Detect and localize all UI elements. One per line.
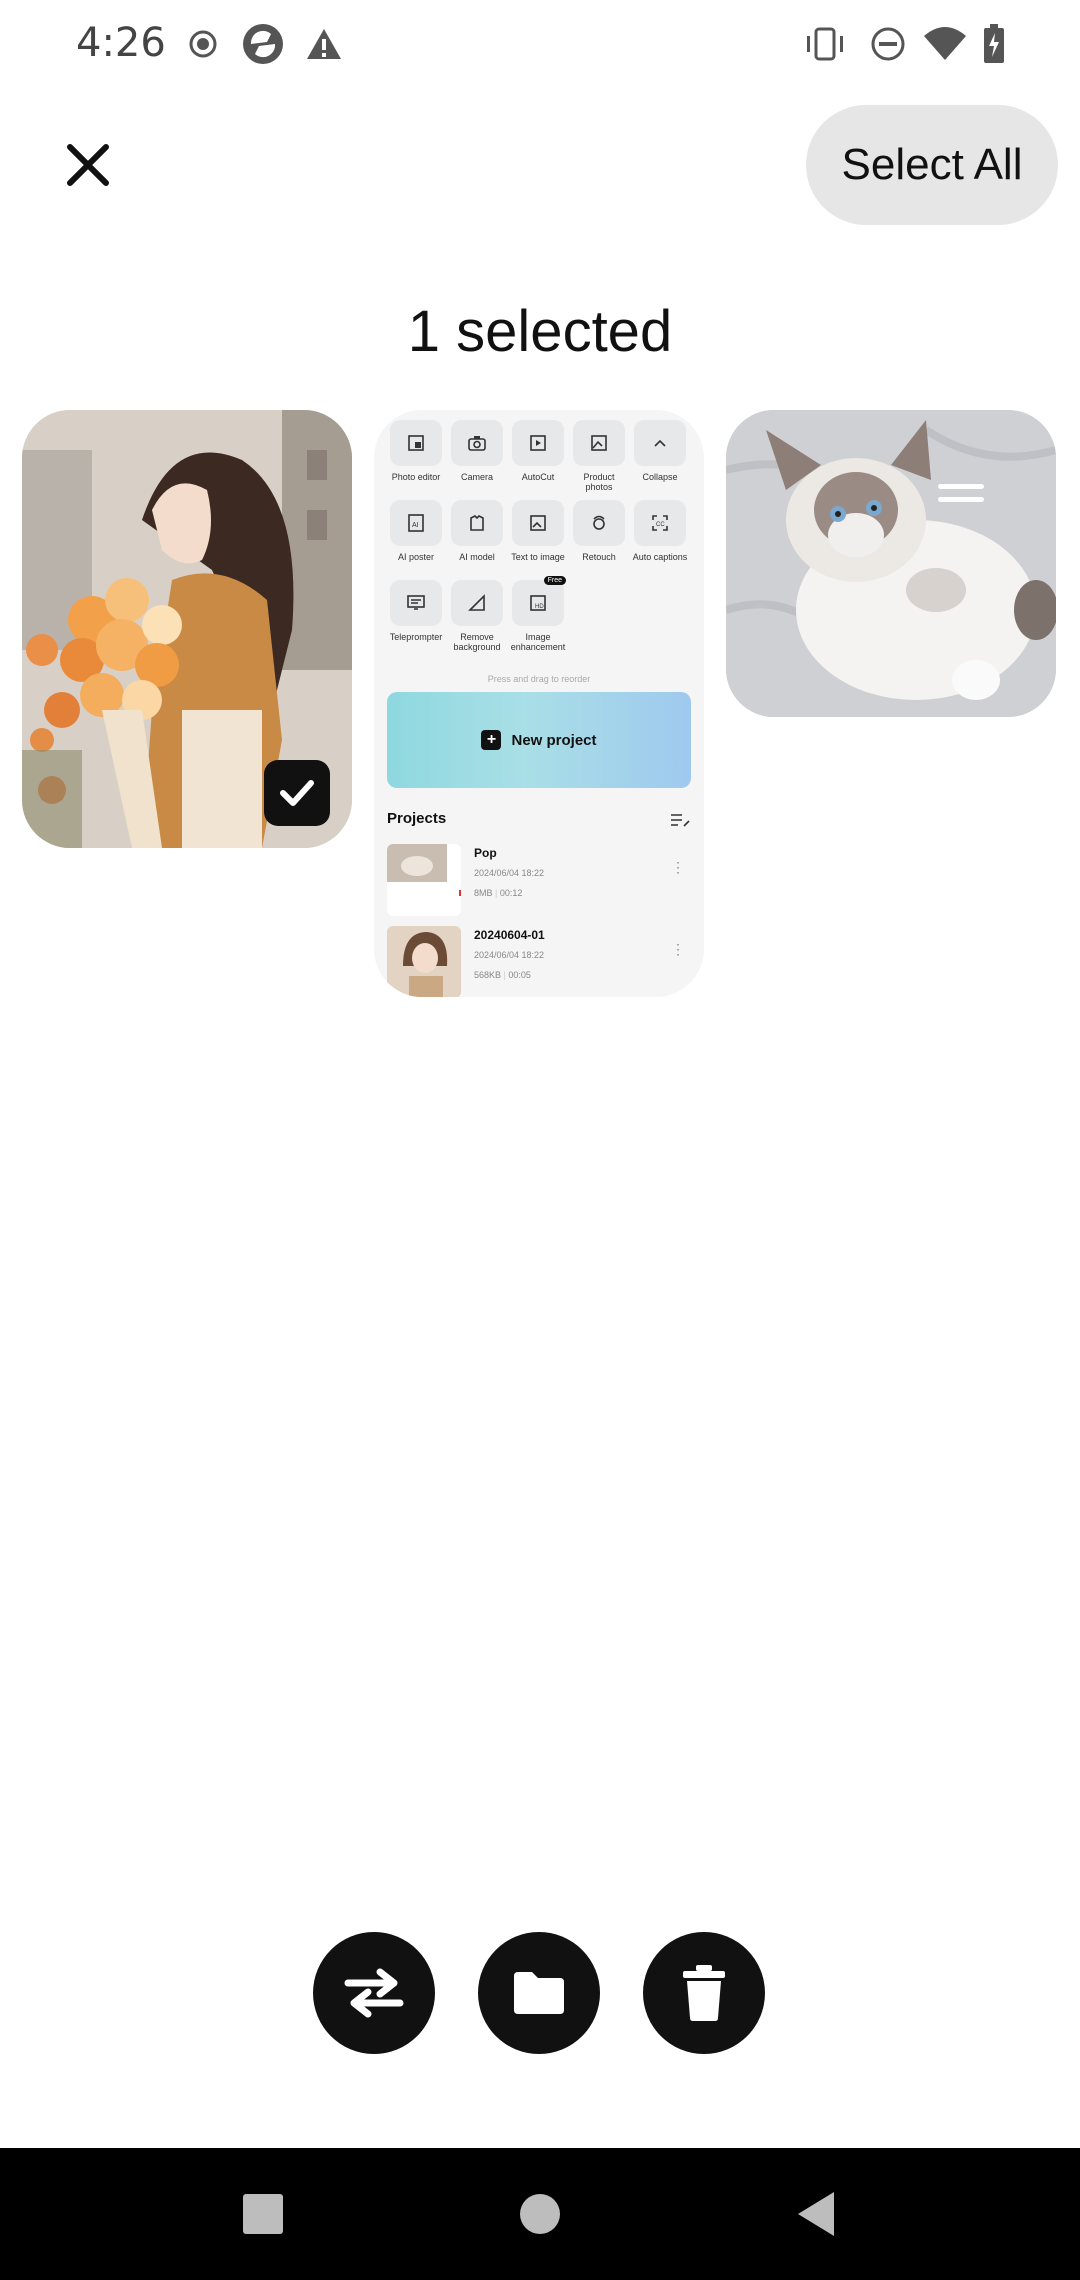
checkmark-icon bbox=[280, 780, 314, 806]
alert-icon bbox=[304, 22, 344, 66]
select-all-button[interactable]: Select All bbox=[806, 105, 1058, 225]
battery-charging-icon bbox=[980, 22, 1008, 66]
image-enhancement-icon: HD bbox=[530, 595, 546, 611]
ragdoll-cat-image bbox=[726, 410, 1056, 717]
recents-button[interactable] bbox=[233, 2184, 293, 2244]
status-bar: 4:26 bbox=[0, 0, 1080, 88]
home-circle-icon bbox=[520, 2194, 560, 2234]
card-app-screenshot[interactable]: Photo editor Camera AutoCut Product phot… bbox=[374, 410, 704, 997]
autocut-icon bbox=[530, 435, 546, 451]
delete-button[interactable] bbox=[643, 1932, 765, 2054]
swap-icon bbox=[344, 1968, 404, 2018]
tool-ai-poster: AI AI poster bbox=[388, 500, 444, 562]
sync-app-icon bbox=[240, 22, 286, 66]
tool-teleprompter: Teleprompter bbox=[388, 580, 444, 642]
ai-poster-icon: AI bbox=[408, 514, 424, 532]
tool-text-to-image: Text to image bbox=[510, 500, 566, 562]
tool-ai-model: AI model bbox=[449, 500, 505, 562]
project-item: Pop 2024/06/04 18:22 8MB | 00:12 ⋮ bbox=[387, 844, 691, 916]
svg-text:CC: CC bbox=[656, 522, 665, 528]
home-button[interactable] bbox=[510, 2184, 570, 2244]
reorder-hint: Press and drag to reorder bbox=[487, 674, 591, 684]
sort-list-icon bbox=[671, 814, 690, 827]
close-button[interactable] bbox=[58, 135, 118, 195]
free-badge: Free bbox=[543, 576, 566, 585]
drag-handle-icon[interactable] bbox=[938, 482, 984, 506]
swap-button[interactable] bbox=[313, 1932, 435, 2054]
card-anime-girl[interactable] bbox=[22, 410, 352, 848]
selection-count-title: 1 selected bbox=[407, 299, 673, 364]
project-thumbnail bbox=[387, 844, 461, 916]
move-to-folder-button[interactable] bbox=[478, 1932, 600, 2054]
tool-retouch: Retouch bbox=[571, 500, 627, 562]
tool-camera: Camera bbox=[449, 420, 505, 482]
project-thumbnail bbox=[387, 926, 461, 997]
tool-photo-editor: Photo editor bbox=[388, 420, 444, 482]
recents-square-icon bbox=[243, 2194, 283, 2234]
trash-icon bbox=[683, 1965, 725, 2021]
tool-auto-captions: CC Auto captions bbox=[632, 500, 688, 562]
back-triangle-icon bbox=[798, 2192, 834, 2236]
new-project-label: New project bbox=[511, 731, 597, 749]
ai-model-icon bbox=[470, 515, 484, 531]
tool-image-enhancement: Free HD Image enhancement bbox=[510, 576, 566, 652]
do-not-disturb-icon bbox=[868, 22, 908, 66]
projects-heading: Projects bbox=[387, 810, 447, 827]
tool-product-photos: Product photos bbox=[571, 420, 627, 492]
wifi-icon bbox=[920, 22, 970, 66]
close-icon bbox=[67, 144, 109, 186]
tool-autocut: AutoCut bbox=[510, 420, 566, 482]
camera-icon bbox=[468, 436, 486, 451]
new-project-button: + New project bbox=[387, 692, 691, 788]
more-vertical-icon: ⋮ bbox=[671, 859, 685, 875]
auto-captions-icon: CC bbox=[652, 515, 668, 531]
navigation-bar bbox=[0, 2148, 1080, 2280]
remove-background-icon bbox=[468, 594, 485, 611]
status-time: 4:26 bbox=[76, 20, 166, 66]
svg-text:HD: HD bbox=[535, 604, 544, 610]
tool-remove-background: Remove background bbox=[449, 580, 505, 652]
card-ragdoll-cat[interactable] bbox=[726, 410, 1056, 717]
teleprompter-icon bbox=[407, 595, 425, 610]
more-vertical-icon: ⋮ bbox=[671, 941, 685, 957]
text-to-image-icon bbox=[530, 515, 546, 531]
retouch-icon bbox=[593, 515, 605, 530]
chevron-up-icon bbox=[654, 439, 666, 447]
selected-check-badge[interactable] bbox=[264, 760, 330, 826]
record-icon bbox=[186, 22, 220, 66]
product-photos-icon bbox=[591, 435, 607, 451]
tool-collapse: Collapse bbox=[632, 420, 688, 482]
photo-editor-icon bbox=[408, 435, 424, 451]
plus-icon: + bbox=[481, 730, 502, 750]
vibrate-icon bbox=[802, 22, 848, 66]
folder-icon bbox=[514, 1972, 564, 2014]
svg-text:AI: AI bbox=[412, 522, 419, 529]
back-button[interactable] bbox=[786, 2184, 846, 2244]
project-item: 20240604-01 2024/06/04 18:22 568KB | 00:… bbox=[387, 926, 691, 997]
